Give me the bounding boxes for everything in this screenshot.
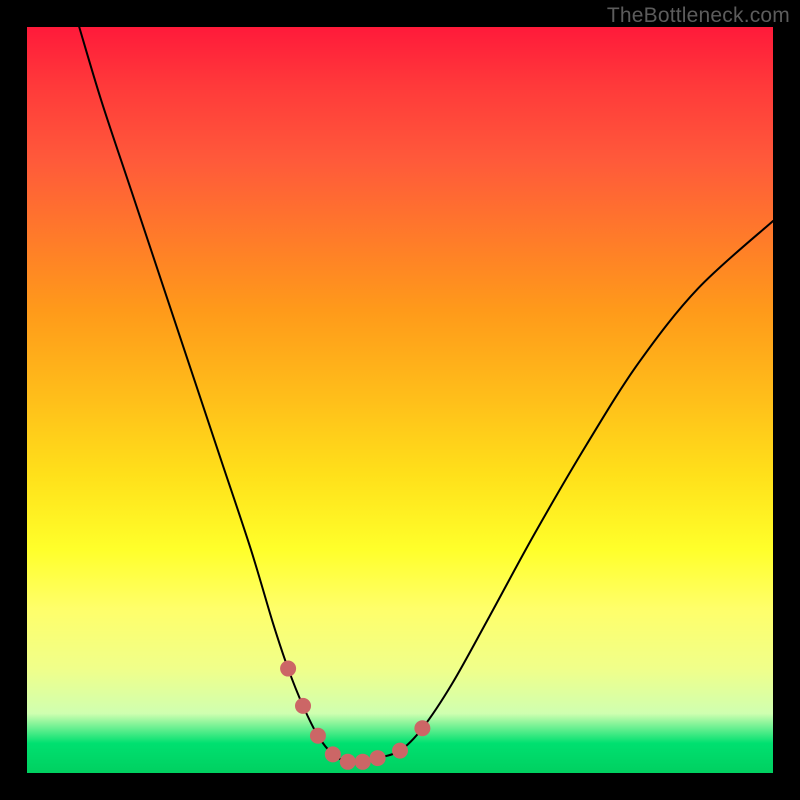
curve-marker [414,720,430,736]
curve-marker [355,754,371,770]
curve-marker [280,661,296,677]
watermark-text: TheBottleneck.com [607,4,790,28]
curve-marker [340,754,356,770]
curve-marker [325,746,341,762]
curve-marker [392,743,408,759]
curve-marker [370,750,386,766]
curve-marker [310,728,326,744]
chart-plot-area [27,27,773,773]
curve-marker [295,698,311,714]
bottleneck-curve [27,27,773,773]
